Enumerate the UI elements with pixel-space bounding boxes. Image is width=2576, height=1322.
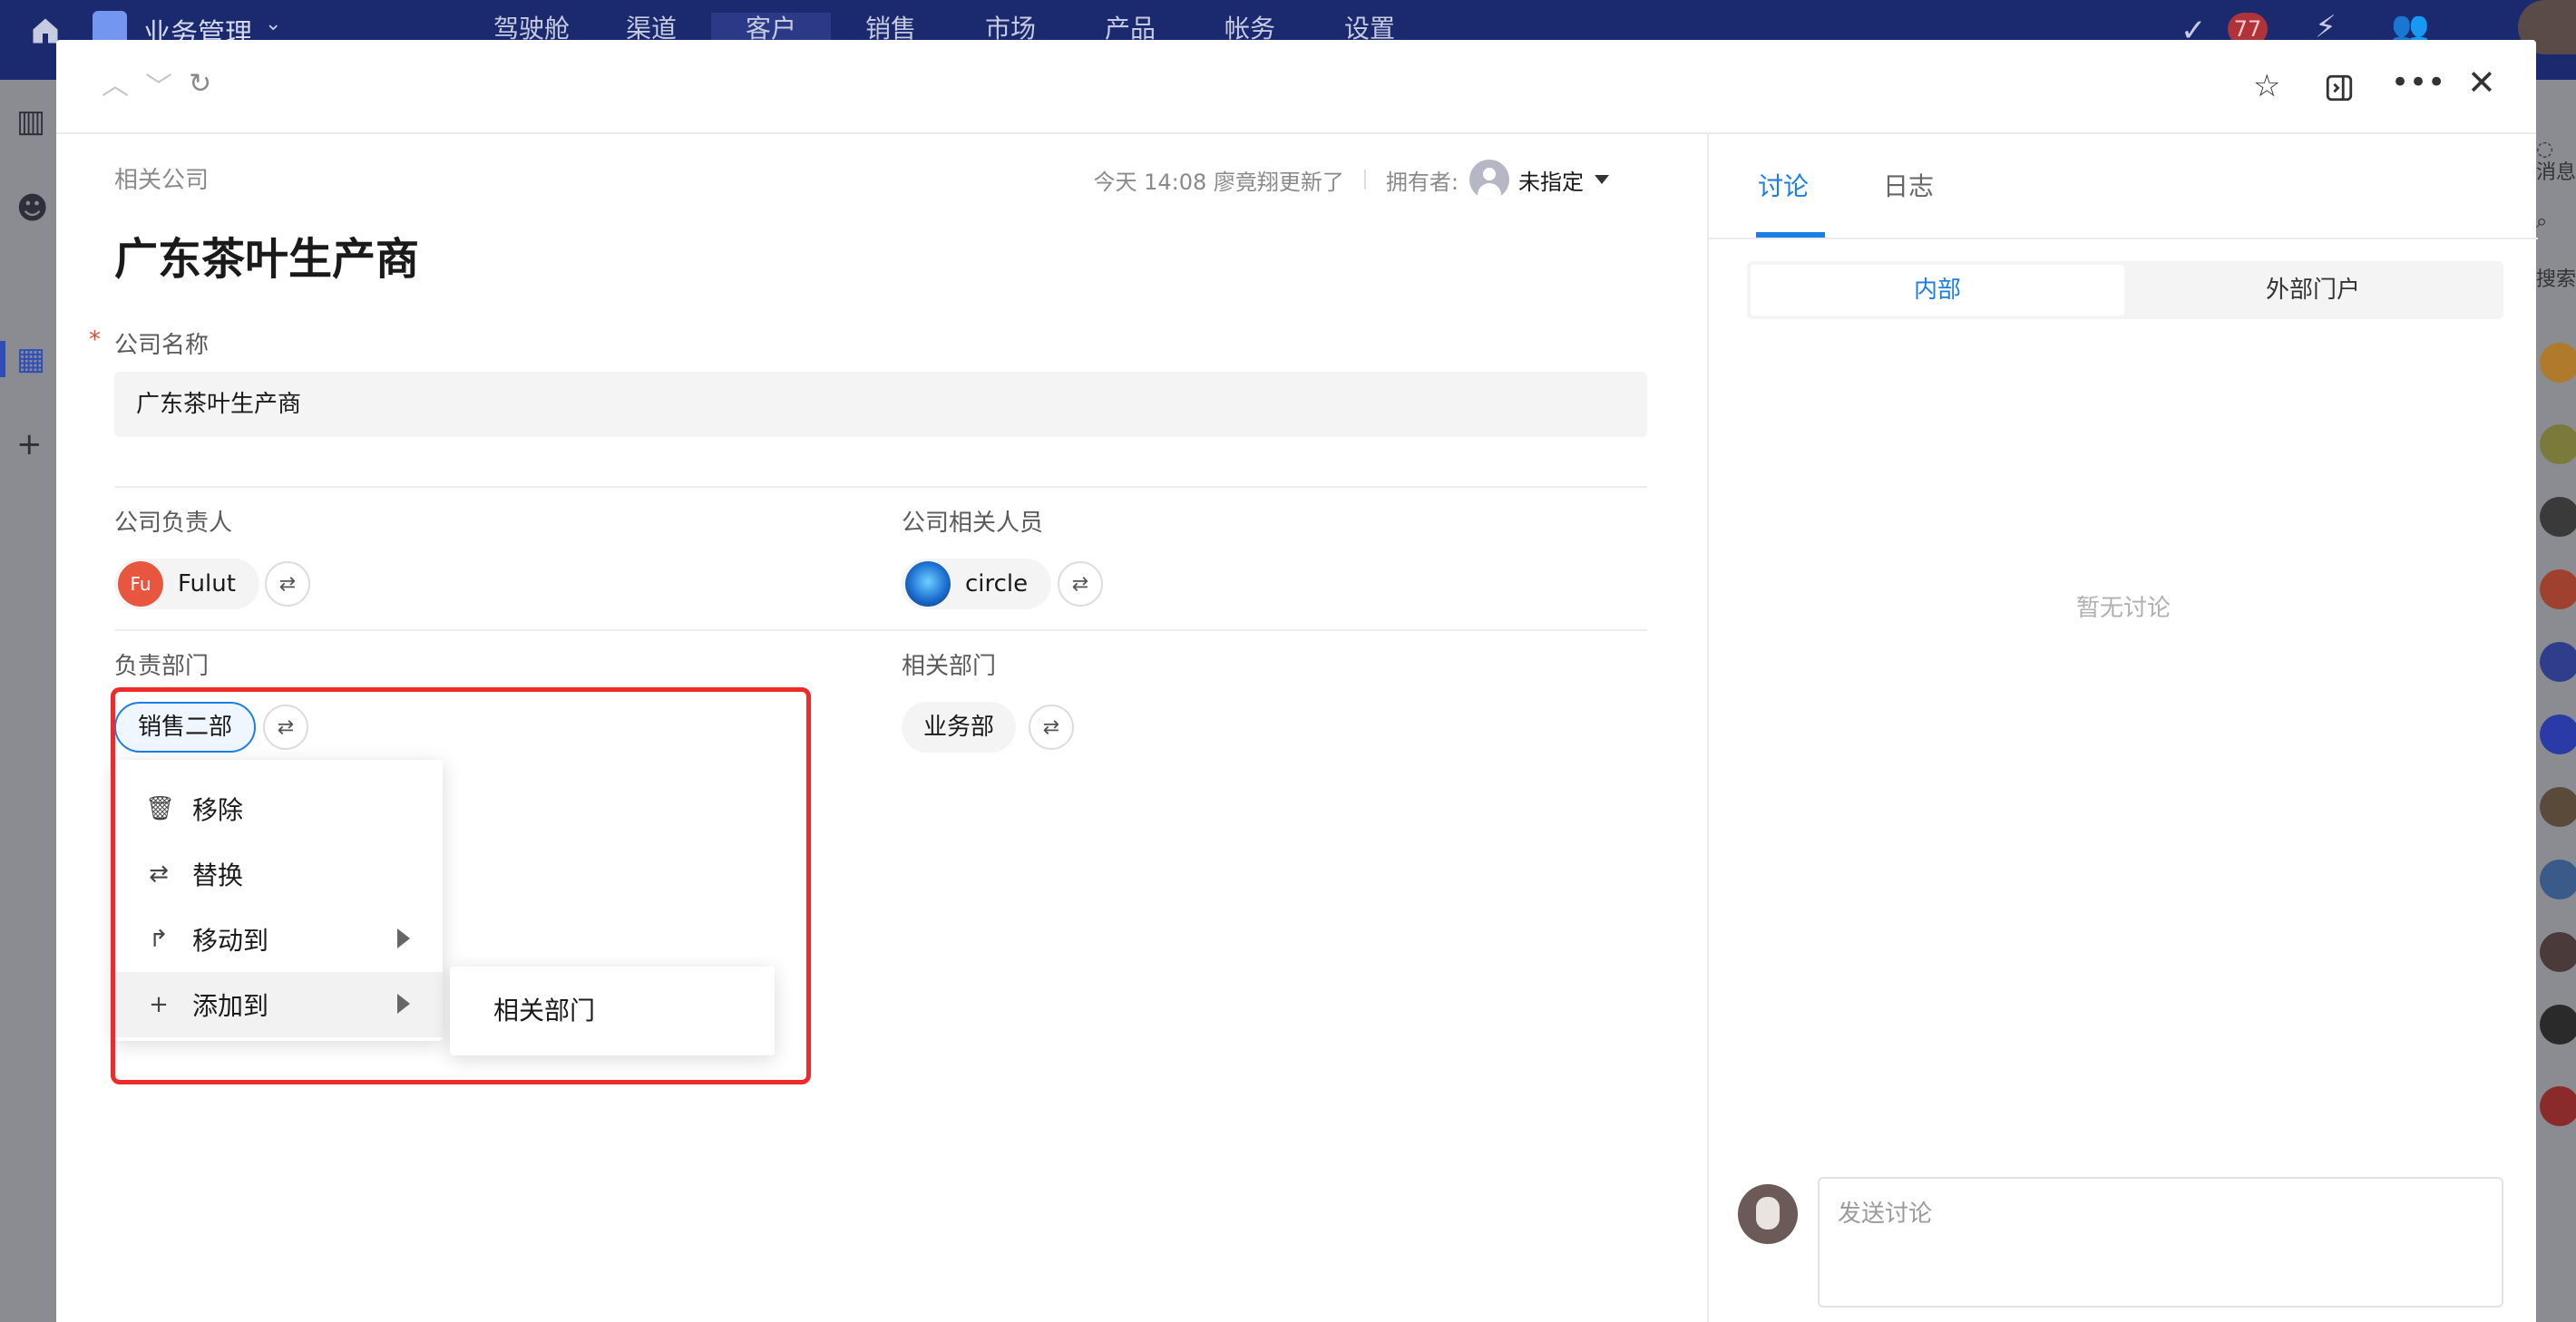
- message-label[interactable]: 消息: [2536, 156, 2576, 185]
- panel-tabs: 讨论 日志: [1709, 134, 2538, 239]
- owner-avatar-icon[interactable]: [1469, 160, 1509, 199]
- panel-toggle-icon[interactable]: [2324, 73, 2355, 103]
- company-owner-label: 公司负责人: [114, 510, 233, 537]
- tab-log[interactable]: 日志: [1883, 167, 1934, 203]
- segment-external-portal[interactable]: 外部门户: [2126, 265, 2500, 316]
- record-meta: 今天 14:08 廖竟翔更新了 拥有者: 未指定: [1093, 160, 1609, 199]
- app-shortcut-icon[interactable]: [2540, 569, 2576, 609]
- page-title: 广东茶叶生产商: [114, 234, 420, 285]
- app-shortcut-icon[interactable]: [2540, 860, 2576, 899]
- building-icon[interactable]: ▥: [16, 103, 53, 140]
- discussion-panel: 讨论 日志 内部 外部门户 暂无讨论 发送讨论: [1707, 134, 2538, 1322]
- app-shortcut-icon[interactable]: [2540, 787, 2576, 827]
- company-name-label: 公司名称: [114, 332, 210, 359]
- company-detail-modal: ︿ ﹀ ↻ ☆ ••• ✕ 相关公司 今天 14:08 廖竟翔更新了 拥有者: …: [56, 40, 2538, 1322]
- active-tab-indicator: [1756, 232, 1825, 238]
- app-shortcut-icon[interactable]: [2540, 932, 2576, 972]
- company-related-chip[interactable]: circle: [902, 559, 1052, 609]
- required-mark: *: [89, 326, 101, 354]
- search-label[interactable]: 搜索: [2536, 263, 2576, 292]
- more-icon[interactable]: •••: [2391, 67, 2445, 98]
- sidebar-selection-indicator: [0, 341, 5, 377]
- swap-owner-icon[interactable]: ⇄: [265, 561, 310, 607]
- contacts-icon[interactable]: ☻: [16, 190, 53, 227]
- meta-divider: [1363, 170, 1366, 190]
- related-dept-label: 相关部门: [902, 653, 997, 680]
- current-user-avatar: [1738, 1184, 1798, 1244]
- prev-record-icon[interactable]: ︿: [102, 73, 129, 100]
- divider: [114, 486, 1647, 488]
- app-shortcut-icon[interactable]: [2540, 343, 2576, 383]
- app-shortcut-icon[interactable]: [2540, 1086, 2576, 1126]
- segment-internal[interactable]: 内部: [1751, 265, 2124, 316]
- owner-name[interactable]: 未指定: [1518, 164, 1584, 196]
- app-shortcut-icon[interactable]: [2540, 714, 2576, 754]
- grid-icon[interactable]: ▦: [16, 341, 53, 377]
- swap-related-icon[interactable]: ⇄: [1058, 561, 1103, 607]
- company-name-input[interactable]: 广东茶叶生产商: [114, 372, 1647, 437]
- star-icon[interactable]: ☆: [2253, 71, 2280, 102]
- owner-avatar: Fu: [118, 561, 163, 607]
- tab-discussion[interactable]: 讨论: [1758, 167, 1809, 203]
- empty-discussion-text: 暂无讨论: [2075, 595, 2171, 622]
- close-icon[interactable]: ✕: [2467, 65, 2496, 100]
- update-info: 今天 14:08 廖竟翔更新了: [1093, 169, 1344, 195]
- discussion-scope-toggle: 内部 外部门户: [1747, 261, 2503, 319]
- next-record-icon[interactable]: ﹀: [145, 74, 172, 102]
- owner-dropdown-icon[interactable]: [1595, 175, 1609, 184]
- record-main: 相关公司 今天 14:08 廖竟翔更新了 拥有者: 未指定 广东茶叶生产商 * …: [56, 134, 1707, 1322]
- owner-user-name: Fulut: [178, 570, 236, 598]
- company-owner-chip[interactable]: Fu Fulut: [114, 559, 259, 609]
- app-shortcut-icon[interactable]: [2540, 424, 2576, 464]
- related-dept-tag[interactable]: 业务部: [902, 702, 1017, 753]
- annotation-highlight-box: [111, 687, 811, 1084]
- left-sidebar: ▥ ☻ ▦ +: [0, 80, 56, 1322]
- refresh-icon[interactable]: ↻: [189, 71, 211, 98]
- related-user-name: circle: [965, 570, 1029, 598]
- related-user-avatar: [905, 561, 951, 607]
- app-shortcut-icon[interactable]: [2540, 642, 2576, 682]
- app-shortcut-icon[interactable]: [2540, 1005, 2576, 1045]
- discussion-input[interactable]: 发送讨论: [1818, 1177, 2503, 1307]
- modal-toolbar: ︿ ﹀ ↻ ☆ ••• ✕: [56, 40, 2536, 134]
- owner-label: 拥有者:: [1385, 169, 1459, 195]
- divider: [114, 629, 1647, 631]
- company-related-label: 公司相关人员: [902, 510, 1044, 537]
- add-icon[interactable]: +: [16, 426, 53, 462]
- right-sidebar: ◌ 消息 ⌕ 搜索: [2536, 80, 2576, 1322]
- responsible-dept-label: 负责部门: [114, 653, 210, 680]
- app-shortcut-icon[interactable]: [2540, 497, 2576, 537]
- breadcrumb[interactable]: 相关公司: [114, 161, 209, 195]
- swap-related-dept-icon[interactable]: ⇄: [1029, 705, 1074, 750]
- chevron-down-icon[interactable]: ⌄: [265, 13, 281, 35]
